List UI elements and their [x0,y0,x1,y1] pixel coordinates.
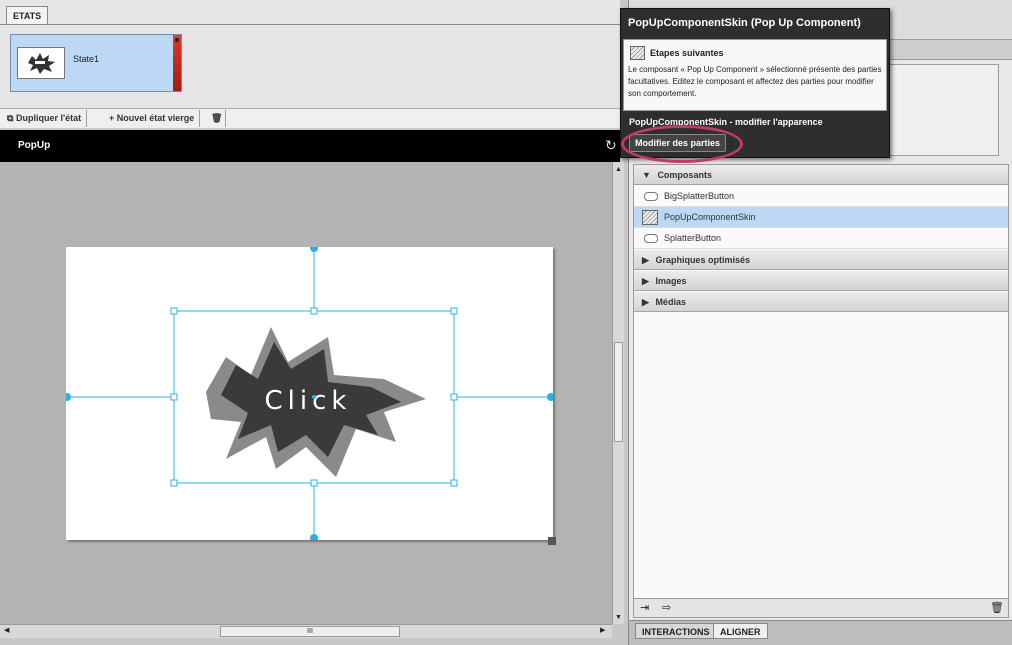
scroll-up-arrow-icon[interactable]: ▲ [615,166,622,173]
scroll-left-arrow-icon[interactable]: ◀ [4,626,9,634]
state-marker-dot [175,38,179,42]
component-overlay: Click [66,247,553,540]
skin-component-icon [642,210,658,225]
tooltip-next-steps-box: Etapes suivantes Le composant « Pop Up C… [623,39,887,111]
canvas-vertical-scrollbar[interactable]: ▲ ▼ [612,162,624,624]
export-icon[interactable]: ⇨ [662,601,671,614]
collapsed-arrow-icon: ▶ [642,255,649,265]
new-blank-state-label: Nouvel état vierge [116,113,195,123]
library-item-label: BigSplatterButton [664,191,735,201]
state-color-marker [173,35,181,91]
state-thumbnail [17,47,65,79]
library-item-popupcomponentskin[interactable]: PopUpComponentSkin [634,207,1008,228]
delete-state-button[interactable]: 🗑 [206,110,226,127]
horizontal-scroll-thumb[interactable]: III [220,626,400,637]
scroll-right-arrow-icon[interactable]: ▶ [600,626,605,634]
refresh-icon[interactable]: ↻ [605,137,617,154]
tooltip-body: Le composant « Pop Up Component » sélect… [628,65,882,98]
duplicate-state-button[interactable]: ⧉ Dupliquer l'état [2,110,88,127]
new-blank-state-button[interactable]: + Nouvel état vierge [104,110,201,127]
duplicate-icon: ⧉ [7,113,14,123]
tabbar-divider [0,24,620,25]
collapsed-arrow-icon: ▶ [642,276,649,286]
section-media-label: Médias [655,297,686,307]
design-canvas[interactable]: Click [0,162,612,624]
tab-interactions[interactable]: INTERACTIONS [635,623,717,639]
library-bottom-toolbar: ⇥ ⇨ 🗑 [633,598,1009,618]
highlight-ellipse [621,125,743,163]
tab-align[interactable]: ALIGNER [713,623,768,639]
states-toolbar: ⧉ Dupliquer l'état + Nouvel état vierge … [0,108,620,128]
skin-component-icon [630,46,645,60]
library-list: ▼ Composants BigSplatterButton PopUpComp… [633,164,1009,600]
scroll-grip: III [307,628,313,635]
artboard[interactable]: Click [66,247,553,540]
scroll-down-arrow-icon[interactable]: ▼ [615,614,622,621]
section-components[interactable]: ▼ Composants [634,165,1008,185]
section-components-label: Composants [657,170,712,180]
button-component-icon [644,192,658,201]
section-images[interactable]: ▶ Images [634,271,1008,291]
library-item-splatterbutton[interactable]: SplatterButton [634,228,1008,249]
duplicate-state-label: Dupliquer l'état [15,113,82,123]
canvas-horizontal-scrollbar[interactable]: ◀ III ▶ [0,624,612,638]
library-item-label: PopUpComponentSkin [664,212,756,222]
section-optimized-graphics-label: Graphiques optimisés [655,255,750,265]
document-header: PopUp ↻ [0,130,620,162]
tab-states[interactable]: ETATS [6,6,49,24]
right-panel-tabs: INTERACTIONS ALIGNER [629,620,1012,645]
library-item-label: SplatterButton [664,233,722,243]
resize-corner-icon[interactable] [548,537,556,545]
library-item-bigsplatterbutton[interactable]: BigSplatterButton [634,186,1008,207]
trash-icon: 🗑 [211,113,223,123]
trash-icon[interactable]: 🗑 [990,601,1004,614]
states-panel: ETATS State1 ⧉ Dupliquer l'état + Nouvel… [0,0,620,128]
collapsed-arrow-icon: ▶ [642,297,649,307]
component-tooltip: PopUpComponentSkin (Pop Up Component) Et… [620,8,890,163]
splatter-click-text: Click [265,386,352,416]
button-component-icon [644,234,658,243]
tooltip-heading: Etapes suivantes [650,48,724,58]
expanded-arrow-icon: ▼ [642,170,651,180]
tooltip-title: PopUpComponentSkin (Pop Up Component) [628,17,861,29]
vertical-scroll-thumb[interactable] [614,342,623,442]
plus-icon: + [109,113,115,123]
section-images-label: Images [655,276,687,286]
state-name-label: State1 [73,54,100,64]
section-media[interactable]: ▶ Médias [634,292,1008,312]
import-icon[interactable]: ⇥ [640,601,649,614]
state-card-state1[interactable]: State1 [10,34,182,92]
document-title: PopUp [18,140,51,151]
section-optimized-graphics[interactable]: ▶ Graphiques optimisés [634,250,1008,270]
splatter-thumbnail-icon [28,53,55,74]
